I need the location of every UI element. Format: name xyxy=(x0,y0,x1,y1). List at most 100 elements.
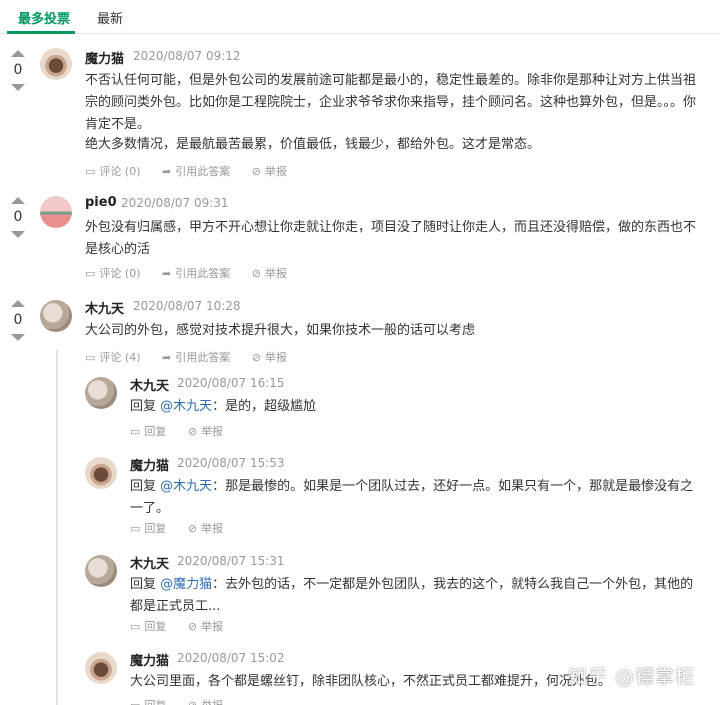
reply-author[interactable]: 木九天 xyxy=(130,375,169,394)
reply-time: 2020/08/07 15:02 xyxy=(177,651,285,665)
ban-icon: ⊘ xyxy=(251,165,261,178)
downvote-icon[interactable] xyxy=(11,231,25,238)
comment-icon: ▭ xyxy=(130,620,141,633)
report-label: 举报 xyxy=(201,620,224,633)
report-button[interactable]: ⊘举报 xyxy=(252,163,287,179)
tab-most-votes[interactable]: 最多投票 xyxy=(18,8,70,27)
upvote-icon[interactable] xyxy=(11,300,25,307)
cite-label: 引用此答案 xyxy=(175,267,231,280)
ban-icon: ⊘ xyxy=(187,620,198,633)
reply-label: 回复 xyxy=(144,620,167,633)
avatar[interactable] xyxy=(85,652,117,684)
avatar[interactable] xyxy=(40,300,72,332)
reply-text: 回复 @木九天：那是最惨的。如果是一个团队过去，还好一点。如果只有一个，那就是最… xyxy=(130,476,705,520)
reply-author[interactable]: 木九天 xyxy=(130,553,169,572)
comment-icon: ▭ xyxy=(130,699,140,705)
answer-actions: ▭ 评论 (0) ➦ 引用此答案 ⊘ 举报 xyxy=(85,265,305,281)
reply-label: 回复 xyxy=(144,522,167,535)
comment-button[interactable]: ▭ 评论 (0) xyxy=(85,265,140,281)
report-button[interactable]: ⊘举报 xyxy=(252,265,287,281)
report-button[interactable]: ⊘举报 xyxy=(188,618,223,634)
answer-author[interactable]: pie0 xyxy=(85,195,117,210)
report-label: 举报 xyxy=(201,522,224,535)
answer-text: 不否认任何可能，但是外包公司的发展前途可能都是最小的，稳定性最差的。除非你是那种… xyxy=(85,73,697,132)
avatar[interactable] xyxy=(40,196,72,228)
report-button[interactable]: ⊘举报 xyxy=(188,423,223,439)
answer-actions: ▭ 评论 (4) ➦ 引用此答案 ⊘ 举报 xyxy=(85,349,305,365)
comment-button[interactable]: ▭ 评论 (4) xyxy=(85,349,140,365)
vote-widget: 0 xyxy=(6,300,30,341)
tab-latest[interactable]: 最新 xyxy=(97,8,123,27)
report-button[interactable]: ⊘ 举报 xyxy=(188,697,223,705)
cite-button[interactable]: ➦ 引用此答案 xyxy=(162,265,230,281)
reply-author[interactable]: 魔力猫 xyxy=(130,455,169,474)
comment-count: 评论 (0) xyxy=(99,165,141,178)
reply-time: 2020/08/07 15:53 xyxy=(177,456,285,470)
active-tab-indicator xyxy=(7,31,75,34)
avatar[interactable] xyxy=(85,457,117,489)
reply-text: 回复 @魔力猫：去外包的话，不一定都是外包团队，我去的这个，就特么我自己一个外包… xyxy=(130,574,705,618)
reply-button[interactable]: ▭回复 xyxy=(130,618,166,634)
comment-icon: ▭ xyxy=(85,165,96,178)
avatar[interactable] xyxy=(85,555,117,587)
ban-icon: ⊘ xyxy=(251,267,261,280)
answer-author[interactable]: 木九天 xyxy=(85,298,124,317)
comment-count: 评论 (0) xyxy=(99,267,141,280)
report-label: 举报 xyxy=(264,267,287,280)
reply-prefix: 回复 xyxy=(130,399,157,414)
ban-icon: ⊘ xyxy=(188,699,197,705)
answer-actions: ▭ 评论 (0) ➦ 引用此答案 ⊘ 举报 xyxy=(85,163,305,179)
reply-button[interactable]: ▭回复 xyxy=(130,520,166,536)
vote-widget: 0 xyxy=(6,197,30,238)
report-label: 举报 xyxy=(201,425,224,438)
reply-label: 回复 xyxy=(144,425,167,438)
mention-link[interactable]: @木九天 xyxy=(160,399,212,414)
vote-widget: 0 xyxy=(6,50,30,91)
report-label: 举报 xyxy=(264,351,287,364)
ban-icon: ⊘ xyxy=(187,522,198,535)
downvote-icon[interactable] xyxy=(11,84,25,91)
comment-button[interactable]: ▭ 评论 (0) xyxy=(85,163,140,179)
reply-author[interactable]: 魔力猫 xyxy=(130,650,169,669)
answer-text: 绝大多数情况，是最航最苦最累，价值最低，钱最少，都给外包。这才是常态。 xyxy=(85,137,541,152)
answer-text: 大公司的外包，感觉对技术提升很大，如果你技术一般的话可以考虑 xyxy=(85,323,476,338)
comment-icon: ▭ xyxy=(130,522,141,535)
mention-link[interactable]: @魔力猫 xyxy=(160,577,212,592)
reply-text: 回复 @木九天：是的，超级尴尬 xyxy=(130,396,705,418)
report-label: 举报 xyxy=(264,165,287,178)
reply-time: 2020/08/07 16:15 xyxy=(177,376,285,390)
downvote-icon[interactable] xyxy=(11,334,25,341)
ban-icon: ⊘ xyxy=(251,351,261,364)
answer-time: 2020/08/07 09:31 xyxy=(121,196,229,210)
report-label: 举报 xyxy=(201,699,223,705)
mention-link[interactable]: @木九天 xyxy=(160,479,212,494)
reply-body: ：去外包的话，不一定都是外包团队，我去的这个，就特么我自己一个外包，其他的都是正… xyxy=(130,577,694,614)
sort-tabs: 最多投票 最新 xyxy=(0,0,720,34)
answer-author[interactable]: 魔力猫 xyxy=(85,48,124,67)
cite-label: 引用此答案 xyxy=(175,351,231,364)
reply-time: 2020/08/07 15:31 xyxy=(177,554,285,568)
avatar[interactable] xyxy=(85,377,117,409)
report-button[interactable]: ⊘举报 xyxy=(188,520,223,536)
reply-button[interactable]: ▭回复 xyxy=(130,423,166,439)
cite-button[interactable]: ➦ 引用此答案 xyxy=(162,163,230,179)
reply-button[interactable]: ▭ 回复 xyxy=(130,697,166,705)
reply-label: 回复 xyxy=(144,699,166,705)
reply-prefix: 回复 xyxy=(130,479,157,494)
cite-button[interactable]: ➦ 引用此答案 xyxy=(162,349,230,365)
comment-icon: ▭ xyxy=(85,351,96,364)
reply-body: ：是的，超级尴尬 xyxy=(212,399,317,414)
reply-actions: ▭ 回复 ⊘ 举报 xyxy=(130,697,241,705)
share-arrow-icon: ➦ xyxy=(161,351,172,364)
vote-count: 0 xyxy=(13,312,23,328)
answer-text: 外包没有归属感，甲方不开心想让你走就让你走，项目没了随时让你走人，而且还没得赔偿… xyxy=(85,220,697,257)
upvote-icon[interactable] xyxy=(11,50,25,57)
share-arrow-icon: ➦ xyxy=(161,267,172,280)
avatar[interactable] xyxy=(40,48,72,80)
upvote-icon[interactable] xyxy=(11,197,25,204)
reply-body: ：那是最惨的。如果是一个团队过去，还好一点。如果只有一个，那就是最惨没有之一了。 xyxy=(130,479,694,516)
reply-actions: ▭回复 ⊘举报 xyxy=(130,423,241,439)
report-button[interactable]: ⊘举报 xyxy=(252,349,287,365)
share-arrow-icon: ➦ xyxy=(161,165,172,178)
vote-count: 0 xyxy=(13,209,23,225)
